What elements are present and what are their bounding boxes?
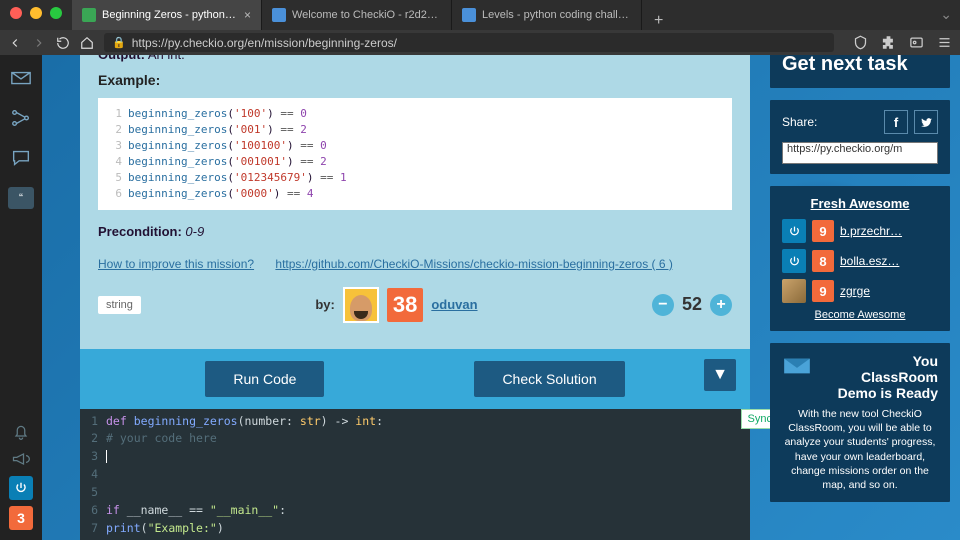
shield-icon[interactable] bbox=[852, 35, 868, 51]
toolbar-right-icons bbox=[852, 35, 952, 51]
envelope-icon bbox=[782, 355, 812, 377]
traffic-light-close-icon[interactable] bbox=[10, 7, 22, 19]
fresh-awesome-title[interactable]: Fresh Awesome bbox=[782, 196, 938, 211]
address-bar[interactable]: 🔒 https://py.checkio.org/en/mission/begi… bbox=[104, 33, 834, 52]
share-facebook-icon[interactable]: f bbox=[884, 110, 908, 134]
user-level-badge: 9 bbox=[812, 220, 834, 242]
rail-quote-icon[interactable]: “ bbox=[8, 187, 34, 209]
site-left-rail: “ 3 bbox=[0, 55, 42, 540]
url-text: https://py.checkio.org/en/mission/beginn… bbox=[132, 36, 397, 50]
user-level-badge: 8 bbox=[812, 250, 834, 272]
browser-toolbar: 🔒 https://py.checkio.org/en/mission/begi… bbox=[0, 30, 960, 55]
tab-title: Levels - python coding challenges bbox=[482, 9, 631, 21]
user-badge-icon bbox=[782, 219, 806, 243]
author-level-badge: 38 bbox=[387, 288, 423, 322]
share-card: Share: f https://py.checkio.org/m bbox=[770, 100, 950, 174]
get-next-task-button[interactable]: Get next task bbox=[770, 55, 950, 88]
macos-window-controls bbox=[10, 7, 62, 19]
example-heading: Example: bbox=[98, 72, 732, 88]
rail-mail-icon[interactable] bbox=[10, 67, 32, 89]
fresh-awesome-row[interactable]: 8 bolla.esz… bbox=[782, 249, 938, 273]
nav-back-button[interactable] bbox=[8, 36, 22, 50]
output-line: Output: An int. bbox=[98, 55, 732, 62]
precondition: Precondition: 0-9 bbox=[98, 224, 732, 239]
promo-text: With the new tool CheckiO ClassRoom, you… bbox=[782, 407, 938, 492]
favicon-icon bbox=[82, 8, 96, 22]
lock-icon: 🔒 bbox=[112, 36, 126, 49]
become-awesome-link[interactable]: Become Awesome bbox=[782, 309, 938, 321]
vote-up-button[interactable]: + bbox=[710, 294, 732, 316]
favicon-icon bbox=[462, 8, 476, 22]
new-tab-button[interactable]: + bbox=[642, 12, 675, 30]
tab-title: Beginning Zeros - python codin… bbox=[102, 9, 238, 21]
improve-mission-link[interactable]: How to improve this mission? bbox=[98, 257, 254, 271]
rail-level-badge[interactable]: 3 bbox=[9, 506, 33, 530]
author-avatar[interactable] bbox=[343, 287, 379, 323]
mission-tag[interactable]: string bbox=[98, 296, 141, 314]
page-viewport: Output: An int. Example: 1beginning_zero… bbox=[42, 55, 960, 540]
browser-tab[interactable]: Levels - python coding challenges bbox=[452, 0, 642, 30]
rail-bell-icon[interactable] bbox=[10, 420, 32, 442]
example-code-block: 1beginning_zeros('100') == 02beginning_z… bbox=[98, 98, 732, 210]
tab-close-icon[interactable]: × bbox=[244, 8, 251, 22]
tab-title: Welcome to CheckiO - r2d2@chs… bbox=[292, 9, 441, 21]
rail-graph-icon[interactable] bbox=[10, 107, 32, 129]
browser-tab-active[interactable]: Beginning Zeros - python codin… × bbox=[72, 0, 262, 30]
collapse-editor-button[interactable]: ▼ bbox=[704, 359, 736, 391]
user-name-link[interactable]: b.przechr… bbox=[840, 224, 938, 238]
vote-down-button[interactable]: − bbox=[652, 294, 674, 316]
fresh-awesome-card: Fresh Awesome 9 b.przechr… 8 bolla.esz… 9 zgr… bbox=[770, 186, 950, 331]
rail-power-icon[interactable] bbox=[9, 476, 33, 500]
traffic-light-minimize-icon[interactable] bbox=[30, 7, 42, 19]
fresh-awesome-row[interactable]: 9 zgrge bbox=[782, 279, 938, 303]
share-twitter-icon[interactable] bbox=[914, 110, 938, 134]
code-editor[interactable]: 1def beginning_zeros(number: str) -> int… bbox=[80, 409, 750, 540]
user-badge-icon bbox=[782, 249, 806, 273]
rail-chat-icon[interactable] bbox=[10, 147, 32, 169]
github-link[interactable]: https://github.com/CheckiO-Missions/chec… bbox=[275, 257, 672, 271]
account-icon[interactable] bbox=[908, 35, 924, 51]
run-code-button[interactable]: Run Code bbox=[205, 361, 324, 397]
nav-home-button[interactable] bbox=[80, 36, 94, 50]
vote-block: − 52 + bbox=[652, 294, 732, 316]
browser-tab-strip: Beginning Zeros - python codin… × Welcom… bbox=[0, 0, 960, 30]
author-name-link[interactable]: oduvan bbox=[431, 297, 477, 312]
vote-count: 52 bbox=[682, 294, 702, 315]
author-block: by: 38 oduvan bbox=[315, 287, 477, 323]
share-label: Share: bbox=[782, 115, 817, 129]
nav-reload-button[interactable] bbox=[56, 36, 70, 50]
user-name-link[interactable]: zgrge bbox=[840, 284, 938, 298]
mission-panel: Output: An int. Example: 1beginning_zero… bbox=[80, 55, 750, 540]
mission-links: How to improve this mission? https://git… bbox=[98, 257, 732, 271]
rail-megaphone-icon[interactable] bbox=[10, 448, 32, 470]
editor-action-bar: Run Code Check Solution ▼ bbox=[80, 349, 750, 409]
extensions-icon[interactable] bbox=[880, 35, 896, 51]
check-solution-button[interactable]: Check Solution bbox=[474, 361, 624, 397]
favicon-icon bbox=[272, 8, 286, 22]
right-sidebar: Get next task Share: f https://py.checki… bbox=[770, 55, 950, 502]
fresh-awesome-row[interactable]: 9 b.przechr… bbox=[782, 219, 938, 243]
share-url-input[interactable]: https://py.checkio.org/m bbox=[782, 142, 938, 164]
by-label: by: bbox=[315, 297, 335, 312]
user-name-link[interactable]: bolla.esz… bbox=[840, 254, 938, 268]
browser-tab[interactable]: Welcome to CheckiO - r2d2@chs… bbox=[262, 0, 452, 30]
user-level-badge: 9 bbox=[812, 280, 834, 302]
user-badge-icon bbox=[782, 279, 806, 303]
classroom-promo-card: YouClassRoomDemo is Ready With the new t… bbox=[770, 343, 950, 502]
menu-icon[interactable] bbox=[936, 35, 952, 51]
traffic-light-zoom-icon[interactable] bbox=[50, 7, 62, 19]
tab-overflow-icon[interactable]: ⌄ bbox=[940, 6, 952, 23]
nav-forward-button[interactable] bbox=[32, 36, 46, 50]
